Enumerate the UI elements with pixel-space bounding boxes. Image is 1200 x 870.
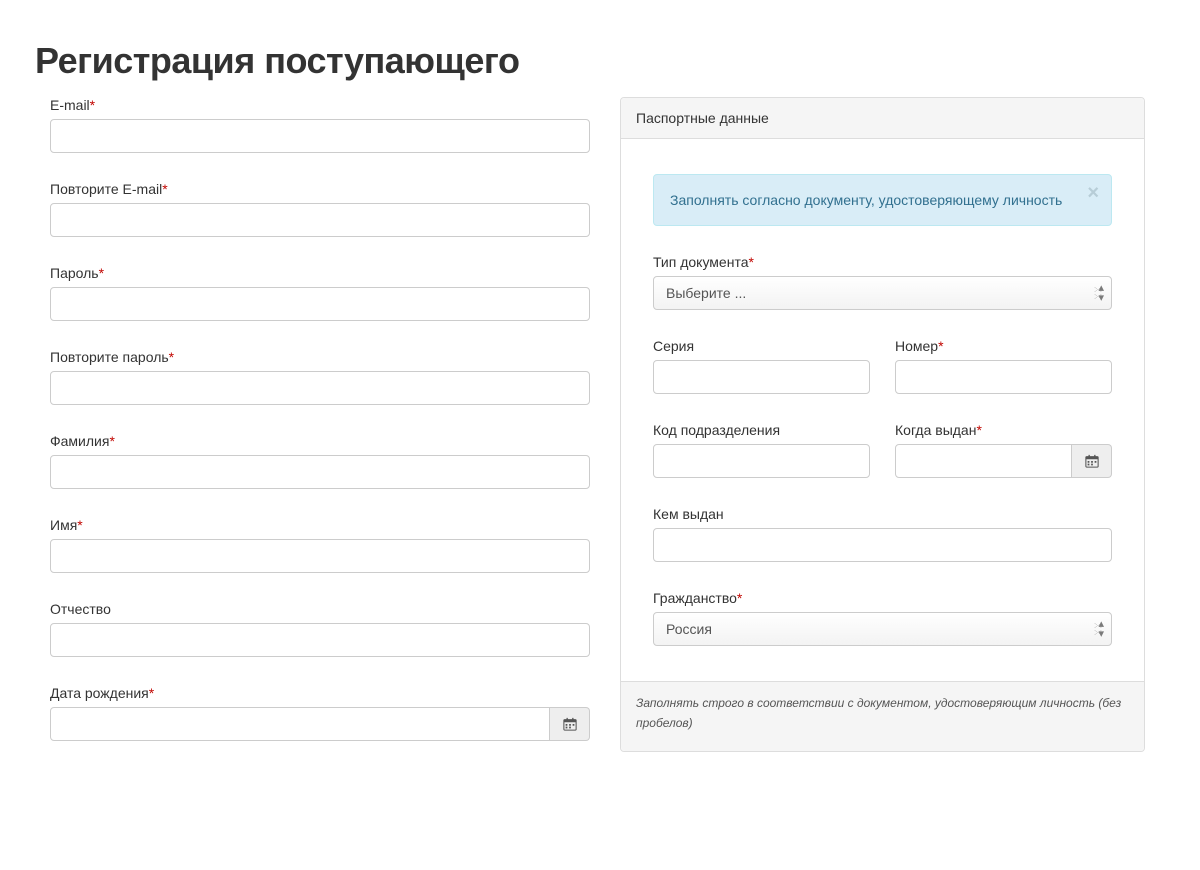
firstname-input[interactable]	[50, 539, 590, 573]
division-code-input[interactable]	[653, 444, 870, 478]
basic-info-form: E-mail* Повторите E-mail* Пароль* Повтор…	[35, 97, 590, 756]
number-label: Номер*	[895, 338, 1112, 354]
required-mark: *	[169, 349, 174, 365]
citizenship-label: Гражданство*	[653, 590, 1112, 606]
repeat-email-input[interactable]	[50, 203, 590, 237]
firstname-label: Имя*	[50, 517, 590, 533]
required-mark: *	[90, 97, 95, 113]
required-mark: *	[737, 590, 742, 606]
info-alert: Заполнять согласно документу, удостоверя…	[653, 174, 1112, 226]
doc-type-label: Тип документа*	[653, 254, 1112, 270]
series-input[interactable]	[653, 360, 870, 394]
calendar-icon[interactable]	[1072, 444, 1112, 478]
required-mark: *	[749, 254, 754, 270]
email-label: E-mail*	[50, 97, 590, 113]
email-input[interactable]	[50, 119, 590, 153]
when-issued-input[interactable]	[895, 444, 1072, 478]
dob-input[interactable]	[50, 707, 550, 741]
required-mark: *	[149, 685, 154, 701]
required-mark: *	[938, 338, 943, 354]
passport-panel: Паспортные данные Заполнять согласно док…	[620, 97, 1145, 752]
issued-by-label: Кем выдан	[653, 506, 1112, 522]
password-input[interactable]	[50, 287, 590, 321]
panel-heading: Паспортные данные	[621, 98, 1144, 139]
number-input[interactable]	[895, 360, 1112, 394]
required-mark: *	[77, 517, 82, 533]
lastname-label: Фамилия*	[50, 433, 590, 449]
repeat-password-input[interactable]	[50, 371, 590, 405]
required-mark: *	[162, 181, 167, 197]
middlename-input[interactable]	[50, 623, 590, 657]
when-issued-label: Когда выдан*	[895, 422, 1112, 438]
citizenship-select[interactable]: Россия	[653, 612, 1112, 646]
page-title: Регистрация поступающего	[35, 40, 1165, 82]
repeat-email-label: Повторите E-mail*	[50, 181, 590, 197]
required-mark: *	[976, 422, 981, 438]
password-label: Пароль*	[50, 265, 590, 281]
series-label: Серия	[653, 338, 870, 354]
required-mark: *	[99, 265, 104, 281]
division-code-label: Код подразделения	[653, 422, 870, 438]
required-mark: *	[109, 433, 114, 449]
dob-label: Дата рождения*	[50, 685, 590, 701]
repeat-password-label: Повторите пароль*	[50, 349, 590, 365]
panel-footer-note: Заполнять строго в соответствии с докуме…	[621, 681, 1144, 750]
lastname-input[interactable]	[50, 455, 590, 489]
issued-by-input[interactable]	[653, 528, 1112, 562]
alert-close-icon[interactable]: ×	[1087, 183, 1099, 203]
calendar-icon[interactable]	[550, 707, 590, 741]
doc-type-select[interactable]: Выберите ...	[653, 276, 1112, 310]
middlename-label: Отчество	[50, 601, 590, 617]
